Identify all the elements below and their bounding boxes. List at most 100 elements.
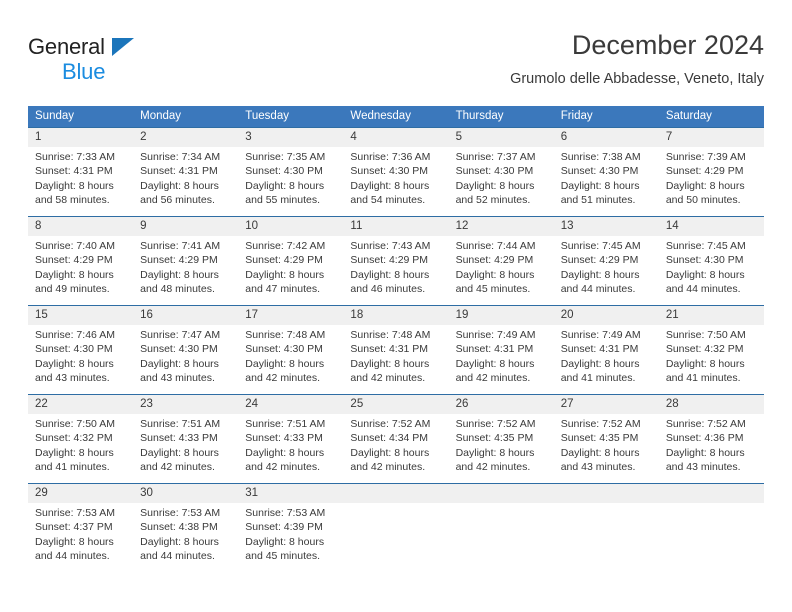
day-detail-line: and 43 minutes. <box>35 372 110 385</box>
day-detail-line: Sunrise: 7:52 AM <box>350 418 431 430</box>
calendar-day-cell[interactable]: 25 Sunrise: 7:52 AM Sunset: 4:34 PM Dayligh… <box>343 394 449 484</box>
day-detail-line: and 43 minutes. <box>665 461 741 474</box>
weekday-header-sunday: Sunday <box>28 106 134 128</box>
calendar-day-cell-empty <box>343 483 449 572</box>
day-number: 9 <box>133 217 239 236</box>
day-detail-line: Sunset: 4:32 PM <box>665 343 744 356</box>
day-detail-line: Daylight: 8 hours <box>350 179 430 192</box>
calendar-day-cell[interactable]: 5 Sunrise: 7:37 AM Sunset: 4:30 PM Daylight… <box>448 127 554 217</box>
day-detail-line: Sunset: 4:37 PM <box>35 521 113 534</box>
day-details <box>554 503 659 506</box>
day-number: 29 <box>28 484 134 503</box>
day-detail-line: Sunrise: 7:48 AM <box>350 329 431 341</box>
calendar-day-cell[interactable]: 21 Sunrise: 7:50 AM Sunset: 4:32 PM Dayligh… <box>658 305 764 395</box>
day-detail-line: Sunrise: 7:50 AM <box>665 329 746 341</box>
calendar-grid: Sunday Monday Tuesday Wednesday Thursday… <box>28 106 764 572</box>
day-detail-line: and 45 minutes. <box>245 550 320 563</box>
day-details: Sunrise: 7:49 AM Sunset: 4:31 PM Daylight:… <box>554 325 659 386</box>
calendar-day-cell[interactable]: 8 Sunrise: 7:40 AM Sunset: 4:29 PM Daylight… <box>28 216 134 306</box>
day-detail-line: and 44 minutes. <box>560 283 636 296</box>
day-number: 19 <box>448 306 554 325</box>
day-detail-line: Daylight: 8 hours <box>350 446 430 459</box>
day-detail-line: Daylight: 8 hours <box>35 179 114 192</box>
day-detail-line: Daylight: 8 hours <box>245 268 325 281</box>
day-number: 1 <box>28 128 134 147</box>
calendar-day-cell[interactable]: 26 Sunrise: 7:52 AM Sunset: 4:35 PM Dayligh… <box>448 394 554 484</box>
calendar-day-cell[interactable]: 16 Sunrise: 7:47 AM Sunset: 4:30 PM Dayligh… <box>133 305 239 395</box>
day-detail-line: and 42 minutes. <box>350 461 426 474</box>
day-detail-line: Sunrise: 7:53 AM <box>140 507 221 519</box>
calendar-day-cell[interactable]: 31 Sunrise: 7:53 AM Sunset: 4:39 PM Dayligh… <box>238 483 344 572</box>
calendar-day-cell[interactable]: 2 Sunrise: 7:34 AM Sunset: 4:31 PM Daylight… <box>133 127 239 217</box>
day-number: 5 <box>448 128 554 147</box>
day-detail-line: Sunset: 4:30 PM <box>560 165 639 178</box>
calendar-day-cell[interactable]: 13 Sunrise: 7:45 AM Sunset: 4:29 PM Dayligh… <box>553 216 659 306</box>
day-detail-line: and 47 minutes. <box>245 283 320 296</box>
day-detail-line: Daylight: 8 hours <box>35 268 114 281</box>
day-detail-line: Daylight: 8 hours <box>560 179 640 192</box>
day-detail-line: and 46 minutes. <box>350 283 426 296</box>
day-detail-line: Daylight: 8 hours <box>455 446 535 459</box>
brand-logo[interactable]: General Blue <box>28 34 198 86</box>
day-detail-line: Sunrise: 7:37 AM <box>455 151 536 163</box>
day-number: 4 <box>343 128 449 147</box>
calendar-day-cell[interactable]: 28 Sunrise: 7:52 AM Sunset: 4:36 PM Dayligh… <box>658 394 764 484</box>
day-detail-line: Daylight: 8 hours <box>560 268 640 281</box>
day-number: 8 <box>28 217 134 236</box>
calendar-day-cell[interactable]: 30 Sunrise: 7:53 AM Sunset: 4:38 PM Dayligh… <box>133 483 239 572</box>
calendar-day-cell[interactable]: 15 Sunrise: 7:46 AM Sunset: 4:30 PM Dayligh… <box>28 305 134 395</box>
day-number: 14 <box>658 217 764 236</box>
day-detail-line: and 52 minutes. <box>455 194 531 207</box>
calendar-day-cell[interactable]: 4 Sunrise: 7:36 AM Sunset: 4:30 PM Daylight… <box>343 127 449 217</box>
calendar-day-cell[interactable]: 1 Sunrise: 7:33 AM Sunset: 4:31 PM Daylight… <box>28 127 134 217</box>
day-detail-line: and 45 minutes. <box>455 283 531 296</box>
day-detail-line: Sunset: 4:29 PM <box>350 254 429 267</box>
day-number: 2 <box>133 128 239 147</box>
calendar-day-cell[interactable]: 18 Sunrise: 7:48 AM Sunset: 4:31 PM Dayligh… <box>343 305 449 395</box>
calendar-day-cell[interactable]: 3 Sunrise: 7:35 AM Sunset: 4:30 PM Daylight… <box>238 127 344 217</box>
calendar-day-cell[interactable]: 7 Sunrise: 7:39 AM Sunset: 4:29 PM Daylight… <box>658 127 764 217</box>
calendar-day-cell[interactable]: 22 Sunrise: 7:50 AM Sunset: 4:32 PM Dayligh… <box>28 394 134 484</box>
day-detail-line: Daylight: 8 hours <box>140 357 219 370</box>
day-detail-line: Sunset: 4:35 PM <box>455 432 534 445</box>
day-detail-line: Sunset: 4:36 PM <box>665 432 744 445</box>
calendar-day-cell[interactable]: 14 Sunrise: 7:45 AM Sunset: 4:30 PM Dayligh… <box>658 216 764 306</box>
day-detail-line: Daylight: 8 hours <box>350 268 430 281</box>
day-detail-line: Sunset: 4:30 PM <box>245 165 323 178</box>
day-detail-line: and 41 minutes. <box>35 461 110 474</box>
day-detail-line: and 44 minutes. <box>665 283 741 296</box>
day-detail-line: Sunset: 4:31 PM <box>140 165 218 178</box>
calendar-day-cell[interactable]: 23 Sunrise: 7:51 AM Sunset: 4:33 PM Dayligh… <box>133 394 239 484</box>
day-number: 3 <box>238 128 344 147</box>
calendar-day-cell[interactable]: 11 Sunrise: 7:43 AM Sunset: 4:29 PM Dayligh… <box>343 216 449 306</box>
day-details: Sunrise: 7:37 AM Sunset: 4:30 PM Daylight:… <box>449 147 554 208</box>
calendar-day-cell[interactable]: 12 Sunrise: 7:44 AM Sunset: 4:29 PM Dayligh… <box>448 216 554 306</box>
calendar-day-cell-empty <box>658 483 764 572</box>
calendar-day-cell[interactable]: 29 Sunrise: 7:53 AM Sunset: 4:37 PM Dayligh… <box>28 483 134 572</box>
day-details: Sunrise: 7:42 AM Sunset: 4:29 PM Daylight:… <box>238 236 343 297</box>
calendar-day-cell[interactable]: 17 Sunrise: 7:48 AM Sunset: 4:30 PM Dayligh… <box>238 305 344 395</box>
day-detail-line: Daylight: 8 hours <box>455 179 535 192</box>
weekday-header-saturday: Saturday <box>658 106 764 128</box>
day-number: 7 <box>658 128 764 147</box>
calendar-day-cell[interactable]: 20 Sunrise: 7:49 AM Sunset: 4:31 PM Dayligh… <box>553 305 659 395</box>
brand-name-blue: Blue <box>62 59 106 84</box>
day-detail-line: Daylight: 8 hours <box>245 446 325 459</box>
day-number: 24 <box>238 395 344 414</box>
day-detail-line: and 41 minutes. <box>665 372 741 385</box>
calendar-day-cell[interactable]: 10 Sunrise: 7:42 AM Sunset: 4:29 PM Dayligh… <box>238 216 344 306</box>
day-number <box>448 484 554 503</box>
calendar-day-cell[interactable]: 19 Sunrise: 7:49 AM Sunset: 4:31 PM Dayligh… <box>448 305 554 395</box>
day-details: Sunrise: 7:53 AM Sunset: 4:39 PM Daylight:… <box>238 503 343 564</box>
day-details: Sunrise: 7:50 AM Sunset: 4:32 PM Daylight:… <box>659 325 764 386</box>
calendar-day-cell[interactable]: 24 Sunrise: 7:51 AM Sunset: 4:33 PM Dayligh… <box>238 394 344 484</box>
day-detail-line: Sunset: 4:31 PM <box>455 343 534 356</box>
calendar-day-cell[interactable]: 9 Sunrise: 7:41 AM Sunset: 4:29 PM Daylight… <box>133 216 239 306</box>
day-detail-line: Sunset: 4:29 PM <box>245 254 323 267</box>
calendar-day-cell[interactable]: 27 Sunrise: 7:52 AM Sunset: 4:35 PM Dayligh… <box>553 394 659 484</box>
day-detail-line: Daylight: 8 hours <box>245 535 325 548</box>
calendar-day-cell[interactable]: 6 Sunrise: 7:38 AM Sunset: 4:30 PM Daylight… <box>553 127 659 217</box>
day-detail-line: Daylight: 8 hours <box>245 357 325 370</box>
day-details: Sunrise: 7:38 AM Sunset: 4:30 PM Daylight:… <box>554 147 659 208</box>
page-header: General Blue December 2024 Grumolo delle… <box>28 28 764 96</box>
